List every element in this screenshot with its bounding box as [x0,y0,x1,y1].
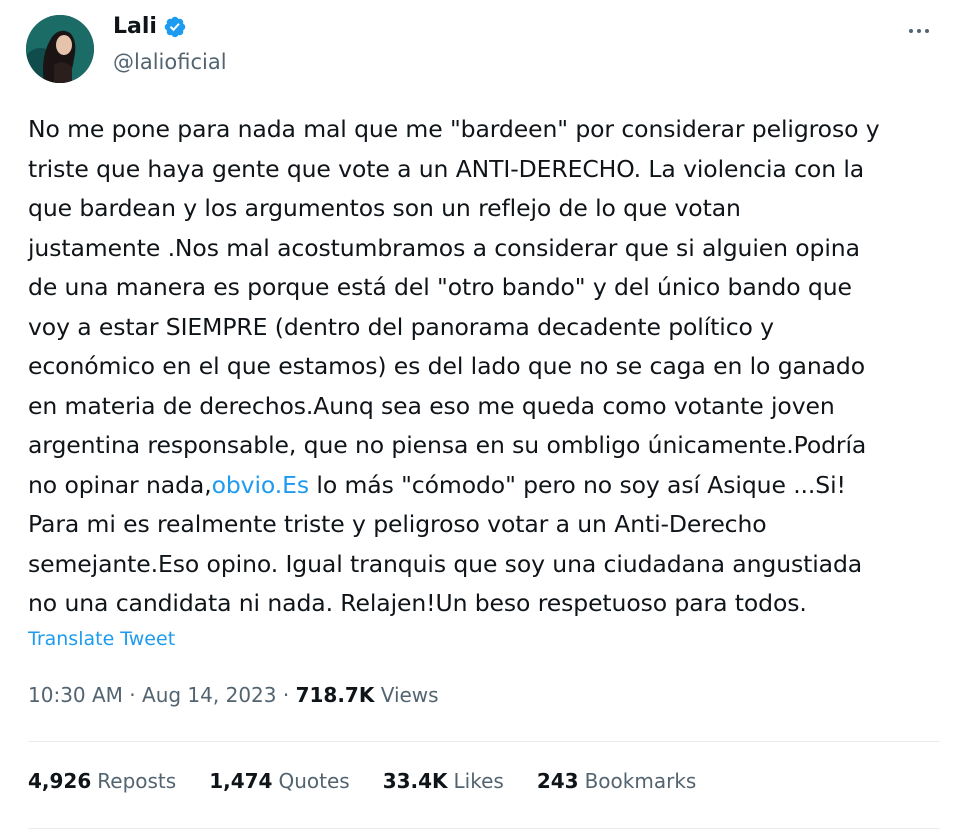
meta-separator: · [129,683,136,707]
engagement-stats: 4,926 Reposts 1,474 Quotes 33.4K Likes 243 B… [28,766,729,796]
likes-count: 33.4K [382,769,448,793]
author-name[interactable]: Lali [113,12,157,42]
quotes-label: Quotes [278,769,350,793]
tweet-text: No me pone para nada mal que me "bardeen… [28,110,948,624]
tweet-time[interactable]: 10:30 AM [28,683,123,707]
profile-photo-icon [26,15,94,83]
reposts-count: 4,926 [28,769,92,793]
reposts-label: Reposts [97,769,177,793]
divider [28,741,940,742]
reposts-stat[interactable]: 4,926 Reposts [28,766,176,796]
more-options-icon[interactable] [902,18,936,44]
divider [28,828,940,829]
bookmarks-label: Bookmarks [584,769,697,793]
verified-badge-icon[interactable] [163,15,187,39]
likes-label: Likes [453,769,504,793]
bookmarks-stat[interactable]: 243 Bookmarks [537,766,697,796]
dot-icon [925,29,929,33]
translate-tweet-link[interactable]: Translate Tweet [28,625,175,653]
tweet-date[interactable]: Aug 14, 2023 [142,683,276,707]
meta-separator: · [282,683,290,707]
bookmarks-count: 243 [536,769,579,793]
quotes-count: 1,474 [209,769,273,793]
quotes-stat[interactable]: 1,474 Quotes [209,766,350,796]
likes-stat[interactable]: 33.4K Likes [383,766,504,796]
views-count: 718.7K [295,683,375,707]
tweet-inline-link[interactable]: obvio.Es [212,471,310,499]
dot-icon [917,29,921,33]
dot-icon [909,29,913,33]
author-name-row: Lali [113,12,187,42]
tweet-text-part-1: No me pone para nada mal que me "bardeen… [28,115,880,499]
views-label: Views [380,683,439,707]
avatar[interactable] [26,15,94,83]
tweet-meta: 10:30 AM · Aug 14, 2023 · 718.7K Views [28,680,439,710]
author-handle[interactable]: @lalioficial [113,47,227,77]
